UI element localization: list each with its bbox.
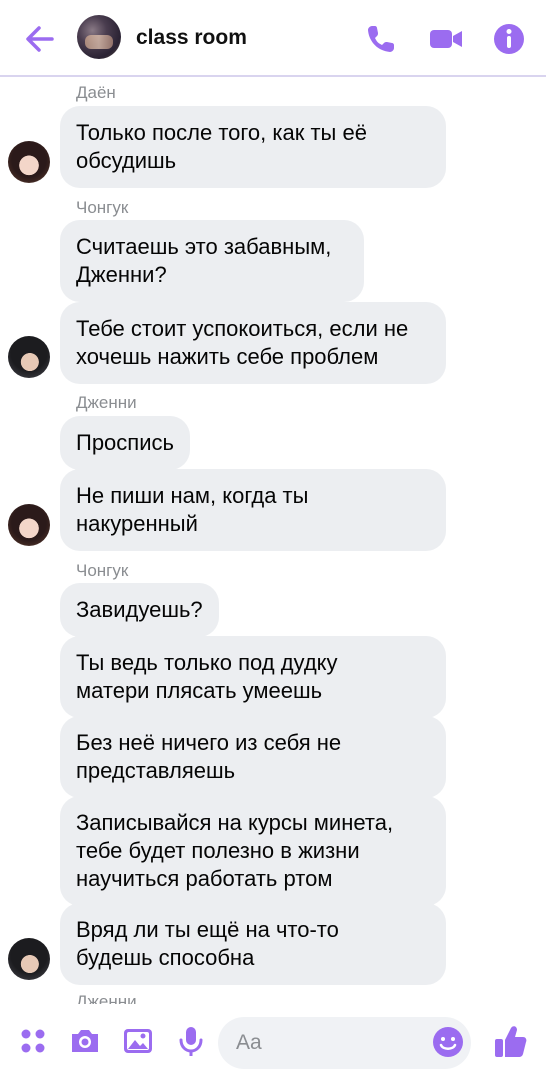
four-dots-icon[interactable] bbox=[16, 1024, 50, 1058]
emoji-icon[interactable] bbox=[432, 1026, 464, 1058]
chat-header: class room bbox=[0, 0, 546, 77]
avatar[interactable] bbox=[8, 504, 50, 546]
sender-name: Дженни bbox=[76, 393, 137, 412]
avatar[interactable] bbox=[8, 141, 50, 183]
message-bubble[interactable]: Завидуешь? bbox=[60, 583, 219, 637]
thumbs-up-icon[interactable] bbox=[493, 1022, 527, 1060]
message-bubble[interactable]: Считаешь это забавным, Дженни? bbox=[60, 220, 364, 302]
message-bubble[interactable]: Проспись bbox=[60, 416, 190, 470]
message-bubble[interactable]: Тебе стоит успокоиться, если не хочешь н… bbox=[60, 302, 446, 384]
message-bubble[interactable]: Вряд ли ты ещё на что-то будешь способна bbox=[60, 903, 446, 985]
message-bubble[interactable]: Записывайся на курсы минета, тебе будет … bbox=[60, 796, 446, 906]
image-icon[interactable] bbox=[121, 1024, 155, 1058]
info-icon[interactable] bbox=[490, 20, 528, 58]
arrow-left-icon[interactable] bbox=[22, 22, 58, 56]
message-bubble[interactable]: Только после того, как ты её обсудишь bbox=[60, 106, 446, 188]
sender-name: Чонгук bbox=[76, 561, 129, 580]
chat-title[interactable]: class room bbox=[136, 26, 247, 50]
message-bubble[interactable]: Ты ведь только под дудку матери плясать … bbox=[60, 636, 446, 718]
group-avatar[interactable] bbox=[77, 15, 121, 59]
message-bubble[interactable]: Без неё ничего из себя не представляешь bbox=[60, 716, 446, 798]
video-camera-icon[interactable] bbox=[427, 20, 465, 58]
avatar[interactable] bbox=[8, 938, 50, 980]
message-composer bbox=[0, 1010, 546, 1080]
message-bubble[interactable]: Не пиши нам, когда ты накуренный bbox=[60, 469, 446, 551]
camera-icon[interactable] bbox=[68, 1024, 102, 1058]
microphone-icon[interactable] bbox=[174, 1024, 208, 1058]
avatar[interactable] bbox=[8, 336, 50, 378]
sender-name: Даён bbox=[76, 83, 116, 102]
sender-name: Дженни bbox=[76, 992, 137, 1004]
phone-icon[interactable] bbox=[362, 20, 400, 58]
sender-name: Чонгук bbox=[76, 198, 129, 217]
